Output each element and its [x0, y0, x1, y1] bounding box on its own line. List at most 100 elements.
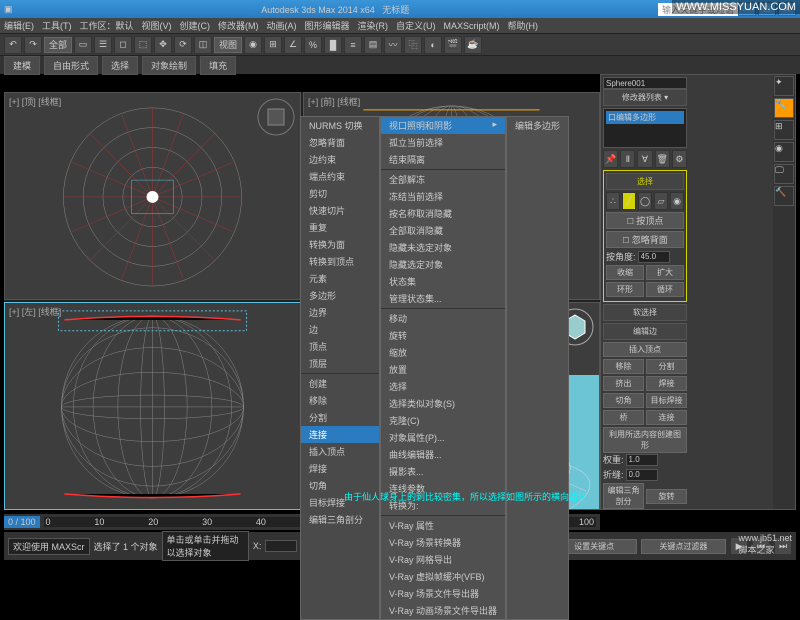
menu-create[interactable]: 创建(C): [180, 19, 211, 32]
ctx-item[interactable]: 曲线编辑器...: [381, 446, 505, 463]
crease-input[interactable]: [626, 469, 658, 481]
ctx-item[interactable]: 顶点: [301, 338, 379, 355]
tab-display-icon[interactable]: 🖵: [774, 164, 794, 184]
bridge-button[interactable]: 桥: [603, 410, 644, 425]
refcoord-dropdown[interactable]: 视图: [214, 37, 242, 53]
tab-utilities-icon[interactable]: 🔨: [774, 186, 794, 206]
tab-freeform[interactable]: 自由形式: [44, 56, 98, 75]
ctx-item[interactable]: 移动: [381, 310, 505, 327]
scale-button[interactable]: ◫: [194, 36, 212, 54]
ctx-item[interactable]: 创建: [301, 375, 379, 392]
ring-button[interactable]: 环形: [606, 282, 644, 297]
redo-button[interactable]: ↷: [24, 36, 42, 54]
rotate-button[interactable]: ⟳: [174, 36, 192, 54]
undo-button[interactable]: ↶: [4, 36, 22, 54]
viewcube-tl[interactable]: [256, 97, 296, 137]
render-setup-button[interactable]: 🎬: [444, 36, 462, 54]
tab-create-icon[interactable]: ✦: [774, 76, 794, 96]
ctx-item[interactable]: V-Ray 场景文件导出器: [381, 585, 505, 602]
window-crossing-button[interactable]: ⬚: [134, 36, 152, 54]
tab-selection[interactable]: 选择: [102, 56, 138, 75]
viewport-top[interactable]: [+] [顶] [线框]: [4, 92, 301, 300]
snap-button[interactable]: ⊞: [264, 36, 282, 54]
keyfilter-button[interactable]: 关键点过滤器: [641, 539, 726, 554]
ctx-item[interactable]: 全部解冻: [381, 171, 505, 188]
ctx-item[interactable]: 快速切片: [301, 202, 379, 219]
angle-input[interactable]: [638, 251, 670, 263]
ctx-item[interactable]: 分割: [301, 409, 379, 426]
weld-button[interactable]: 焊接: [646, 376, 687, 391]
mod-editpoly[interactable]: 口编辑多边形: [606, 111, 684, 124]
subobj-border[interactable]: ◯: [638, 192, 652, 210]
extrude-button[interactable]: 挤出: [603, 376, 644, 391]
modifier-list-label[interactable]: 修改器列表 ▾: [603, 89, 687, 106]
ctx-item[interactable]: V-Ray 虚拟帧缓冲(VFB): [381, 568, 505, 585]
tab-modeling[interactable]: 建模: [4, 56, 40, 75]
mirror-button[interactable]: ▐▌: [324, 36, 342, 54]
show-result-icon[interactable]: Ⅱ: [620, 150, 635, 168]
menu-maxscript[interactable]: MAXScript(M): [444, 21, 500, 31]
align-button[interactable]: ≡: [344, 36, 362, 54]
ctx-item[interactable]: 对象属性(P)...: [381, 429, 505, 446]
make-unique-icon[interactable]: ∀: [637, 150, 652, 168]
menu-grapheditor[interactable]: 图形编辑器: [305, 19, 350, 32]
ctx-item[interactable]: 隐藏选定对象: [381, 256, 505, 273]
ctx-item[interactable]: 边: [301, 321, 379, 338]
ctx-item[interactable]: 端点约束: [301, 168, 379, 185]
menu-help[interactable]: 帮助(H): [508, 19, 539, 32]
ctx-item[interactable]: 移除: [301, 392, 379, 409]
menu-view[interactable]: 视图(V): [142, 19, 172, 32]
shrink-button[interactable]: 收缩: [606, 265, 644, 280]
connect-button[interactable]: 连接: [646, 410, 687, 425]
remove-mod-icon[interactable]: 🗑: [655, 150, 670, 168]
menu-render[interactable]: 渲染(R): [358, 19, 389, 32]
byvertex-check[interactable]: ☐ 按顶点: [606, 212, 684, 229]
ctx-vplighting[interactable]: 视口照明和阴影▸: [381, 117, 505, 134]
curve-editor-button[interactable]: 〰: [384, 36, 402, 54]
ctx-item[interactable]: 重复: [301, 219, 379, 236]
createshape-button[interactable]: 利用所选内容创建图形: [603, 427, 687, 453]
subobj-poly[interactable]: ▱: [654, 192, 668, 210]
ctx-item[interactable]: 焊接: [301, 460, 379, 477]
tab-populate[interactable]: 填充: [200, 56, 236, 75]
ctx-item[interactable]: 转换为面: [301, 236, 379, 253]
ctx-item[interactable]: 多边形: [301, 287, 379, 304]
ctx-item[interactable]: 边界: [301, 304, 379, 321]
tab-hierarchy-icon[interactable]: ⊞: [774, 120, 794, 140]
subobj-vertex[interactable]: ∴: [606, 192, 620, 210]
ctx-item[interactable]: 编辑三角剖分: [301, 511, 379, 528]
ctx-item[interactable]: 克隆(C): [381, 412, 505, 429]
ctx-item[interactable]: 顶层: [301, 355, 379, 372]
ctx-item[interactable]: 摄影表...: [381, 463, 505, 480]
edittri-button[interactable]: 编辑三角剖分: [603, 483, 644, 509]
ctx-item[interactable]: 元素: [301, 270, 379, 287]
ctx-item[interactable]: NURMS 切换: [301, 117, 379, 134]
ctx-item[interactable]: 忽略背面: [301, 134, 379, 151]
ctx-item[interactable]: 孤立当前选择: [381, 134, 505, 151]
menu-edit[interactable]: 编辑(E): [4, 19, 34, 32]
x-input[interactable]: [265, 540, 297, 552]
layers-button[interactable]: ▤: [364, 36, 382, 54]
ctx-item[interactable]: 状态集: [381, 273, 505, 290]
tab-modify-icon[interactable]: 🔧: [774, 98, 794, 118]
move-button[interactable]: ✥: [154, 36, 172, 54]
selection-filter[interactable]: 全部: [44, 37, 72, 53]
chamfer-button[interactable]: 切角: [603, 393, 644, 408]
percent-snap-button[interactable]: %: [304, 36, 322, 54]
loop-button[interactable]: 循环: [646, 282, 684, 297]
ctx-item[interactable]: 剪切: [301, 185, 379, 202]
tab-motion-icon[interactable]: ◉: [774, 142, 794, 162]
pin-stack-icon[interactable]: 📌: [603, 150, 618, 168]
softsel-rollout[interactable]: 软选择: [603, 304, 687, 321]
angle-snap-button[interactable]: ∠: [284, 36, 302, 54]
split-button[interactable]: 分割: [646, 359, 687, 374]
targetweld-button[interactable]: 目标焊接: [646, 393, 687, 408]
turn-button[interactable]: 旋转: [646, 489, 687, 504]
editedges-rollout[interactable]: 编辑边: [603, 323, 687, 340]
ctx-item[interactable]: 冻结当前选择: [381, 188, 505, 205]
render-button[interactable]: ☕: [464, 36, 482, 54]
ctx-item[interactable]: 全部取消隐藏: [381, 222, 505, 239]
object-name-field[interactable]: [603, 77, 687, 89]
menu-tools[interactable]: 工具(T): [42, 19, 72, 32]
ctx-item[interactable]: 选择类似对象(S): [381, 395, 505, 412]
